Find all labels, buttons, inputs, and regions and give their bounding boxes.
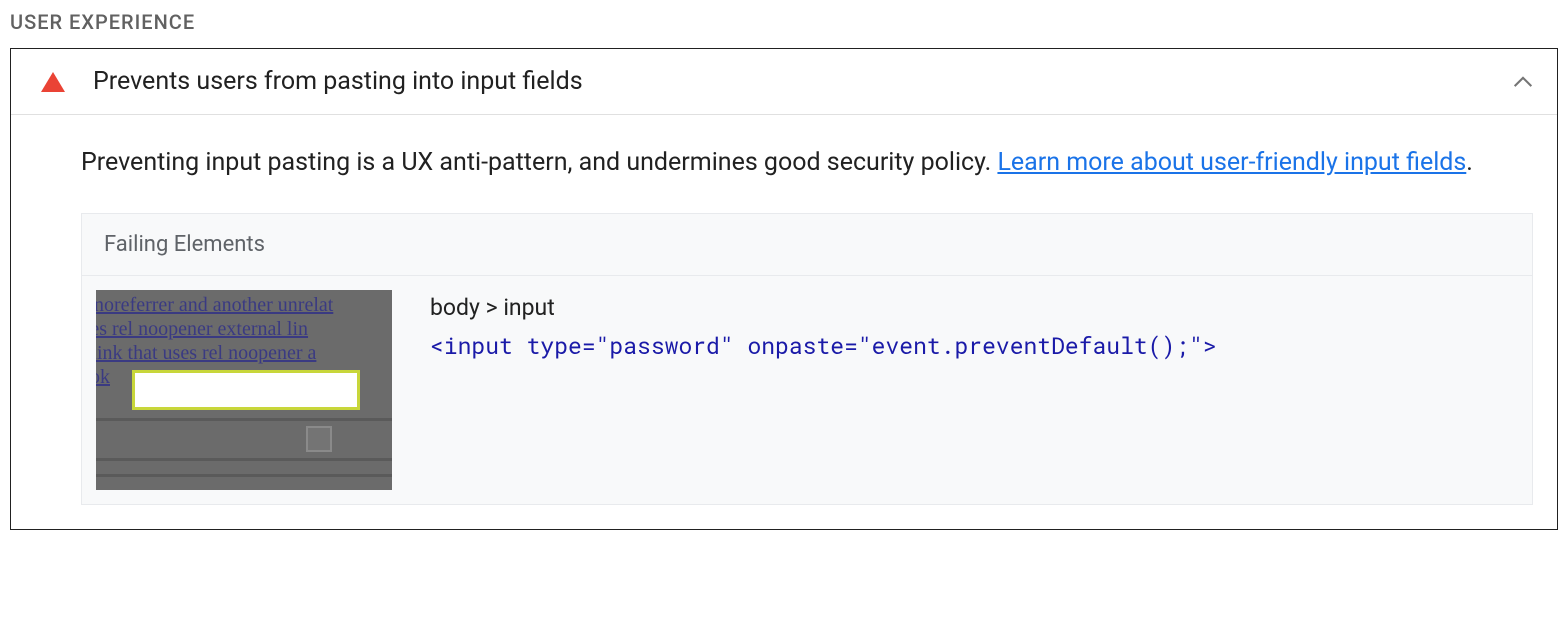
learn-more-link[interactable]: Learn more about user-friendly input fie… bbox=[997, 148, 1466, 177]
audit-description-text: Preventing input pasting is a UX anti-pa… bbox=[81, 148, 997, 177]
element-thumbnail: noreferrer and another unrelat t uses re… bbox=[96, 290, 392, 490]
code-snippet: <input type="password" onpaste="event.pr… bbox=[430, 331, 1518, 361]
audit-title: Prevents users from pasting into input f… bbox=[93, 67, 1513, 96]
failing-elements-table: Failing Elements noreferrer and another … bbox=[81, 213, 1533, 505]
thumbnail-divider bbox=[96, 418, 392, 421]
thumbnail-divider bbox=[96, 474, 392, 477]
warning-triangle-icon bbox=[41, 72, 65, 92]
audit-description: Preventing input pasting is a UX anti-pa… bbox=[81, 141, 1533, 185]
thumbnail-text-line: noreferrer and another unrelat bbox=[96, 294, 333, 317]
audit-description-period: . bbox=[1466, 148, 1473, 177]
failing-element-row: noreferrer and another unrelat t uses re… bbox=[82, 276, 1532, 504]
audit-header[interactable]: Prevents users from pasting into input f… bbox=[11, 49, 1557, 115]
failing-element-details: body > input <input type="password" onpa… bbox=[430, 290, 1518, 361]
thumbnail-highlighted-input bbox=[132, 370, 360, 410]
thumbnail-broken-image-icon bbox=[306, 426, 332, 452]
audit-body: Preventing input pasting is a UX anti-pa… bbox=[11, 115, 1557, 529]
audit-card: Prevents users from pasting into input f… bbox=[10, 48, 1558, 530]
selector-path: body > input bbox=[430, 294, 1518, 321]
failing-elements-header: Failing Elements bbox=[82, 214, 1532, 276]
thumbnail-text-line: al link that uses rel noopener a bbox=[96, 342, 316, 365]
section-header: USER EXPERIENCE bbox=[10, 10, 1558, 34]
chevron-up-icon bbox=[1513, 75, 1533, 89]
thumbnail-divider bbox=[96, 458, 392, 461]
thumbnail-text-line: t uses rel noopener external lin bbox=[96, 318, 308, 341]
